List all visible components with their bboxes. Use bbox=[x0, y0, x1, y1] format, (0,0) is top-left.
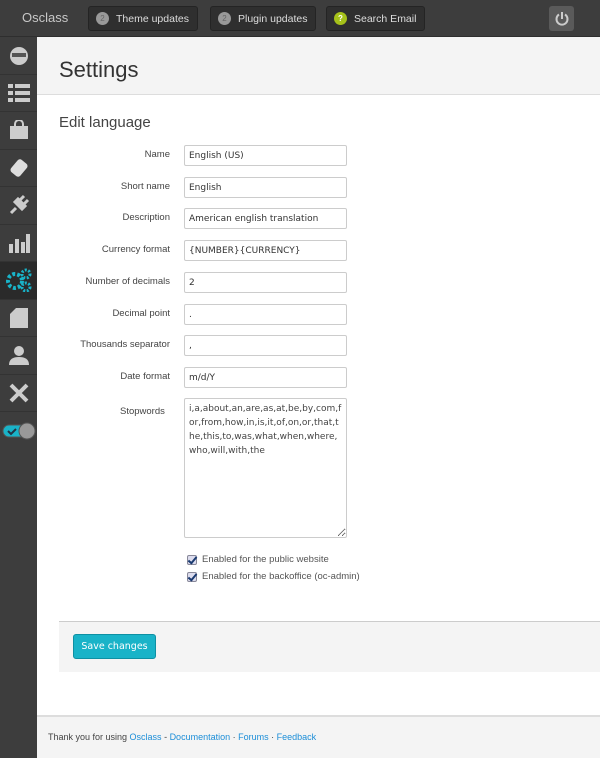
search-email-button[interactable]: ? Search Email bbox=[326, 6, 426, 31]
sidebar-item-settings[interactable] bbox=[0, 262, 37, 300]
sidebar-item-plugins[interactable] bbox=[0, 187, 37, 225]
sidebar-item-pages[interactable] bbox=[0, 300, 37, 337]
save-changes-button[interactable]: Save changes bbox=[73, 634, 156, 659]
backoffice-checkbox[interactable]: Enabled for the backoffice (oc-admin) bbox=[187, 571, 360, 582]
osclass-link[interactable]: Osclass bbox=[130, 732, 162, 742]
tools-icon bbox=[9, 383, 28, 403]
documentation-link[interactable]: Documentation bbox=[170, 732, 231, 742]
separator: - bbox=[161, 732, 170, 742]
sidebar-toggle[interactable] bbox=[0, 412, 37, 450]
brand[interactable]: Osclass bbox=[22, 10, 68, 25]
sidebar-item-market[interactable] bbox=[0, 112, 37, 150]
button-label: Plugin updates bbox=[238, 12, 308, 25]
button-label: Search Email bbox=[354, 12, 417, 25]
field-label: Number of decimals bbox=[85, 276, 170, 287]
help-badge: ? bbox=[334, 12, 347, 25]
field-label: Thousands separator bbox=[80, 339, 170, 350]
paint-bucket-icon bbox=[9, 158, 28, 177]
field-label: Name bbox=[144, 149, 170, 160]
field-label: Description bbox=[122, 212, 170, 223]
gears-icon bbox=[5, 268, 31, 293]
sidebar-item-dashboard[interactable] bbox=[0, 37, 37, 75]
page-title: Settings bbox=[59, 57, 139, 82]
forums-link[interactable]: Forums bbox=[238, 732, 269, 742]
currency-format-input[interactable] bbox=[184, 240, 347, 261]
plug-icon bbox=[9, 195, 29, 215]
shopping-bag-icon bbox=[9, 120, 28, 140]
short-name-input[interactable] bbox=[184, 177, 347, 198]
field-label: Decimal point bbox=[112, 308, 170, 319]
footer: Thank you for using Osclass - Documentat… bbox=[37, 715, 600, 758]
checkbox-label: Enabled for the backoffice (oc-admin) bbox=[202, 571, 360, 582]
top-bar: Osclass 2 Theme updates 2 Plugin updates ?… bbox=[0, 0, 600, 37]
power-icon bbox=[555, 11, 568, 26]
bar-chart-icon bbox=[8, 233, 30, 253]
date-format-input[interactable] bbox=[184, 367, 347, 388]
plugin-updates-button[interactable]: 2 Plugin updates bbox=[210, 6, 317, 31]
name-input[interactable] bbox=[184, 145, 347, 166]
field-label: Date format bbox=[120, 371, 170, 382]
theme-updates-button[interactable]: 2 Theme updates bbox=[88, 6, 198, 31]
form-actions: Save changes bbox=[59, 621, 600, 672]
main-content: Settings Edit language Name Short name D… bbox=[37, 37, 600, 758]
decimal-point-input[interactable] bbox=[184, 304, 347, 325]
checkbox-checked[interactable] bbox=[187, 554, 197, 565]
count-badge: 2 bbox=[218, 12, 231, 25]
checkbox-label: Enabled for the public website bbox=[202, 554, 329, 565]
section-title: Edit language bbox=[59, 114, 151, 131]
separator: · bbox=[230, 732, 239, 742]
user-icon bbox=[8, 346, 29, 366]
stopwords-label: Stopwords bbox=[120, 406, 165, 417]
public-website-checkbox[interactable]: Enabled for the public website bbox=[187, 554, 329, 565]
page-icon bbox=[9, 307, 28, 328]
description-input[interactable] bbox=[184, 208, 347, 229]
footer-text: Thank you for using bbox=[48, 732, 130, 742]
sidebar-item-users[interactable] bbox=[0, 337, 37, 375]
sidebar-item-listings[interactable] bbox=[0, 75, 37, 112]
feedback-link[interactable]: Feedback bbox=[277, 732, 317, 742]
stopwords-textarea[interactable]: i,a,about,an,are,as,at,be,by,com,for,fro… bbox=[184, 398, 347, 538]
logout-button[interactable] bbox=[549, 6, 574, 31]
count-badge: 2 bbox=[96, 12, 109, 25]
list-icon bbox=[7, 83, 30, 102]
toggle-switch-icon bbox=[2, 422, 35, 440]
button-label: Theme updates bbox=[116, 12, 189, 25]
decimals-input[interactable] bbox=[184, 272, 347, 293]
sidebar-item-statistics[interactable] bbox=[0, 225, 37, 262]
field-label: Currency format bbox=[101, 244, 170, 255]
ninja-icon bbox=[9, 47, 28, 66]
sidebar-item-appearance[interactable] bbox=[0, 150, 37, 187]
separator: · bbox=[268, 732, 277, 742]
sidebar bbox=[0, 37, 37, 758]
thousands-separator-input[interactable] bbox=[184, 335, 347, 356]
sidebar-item-tools[interactable] bbox=[0, 375, 37, 412]
checkbox-checked[interactable] bbox=[187, 571, 197, 582]
field-label: Short name bbox=[120, 181, 170, 192]
